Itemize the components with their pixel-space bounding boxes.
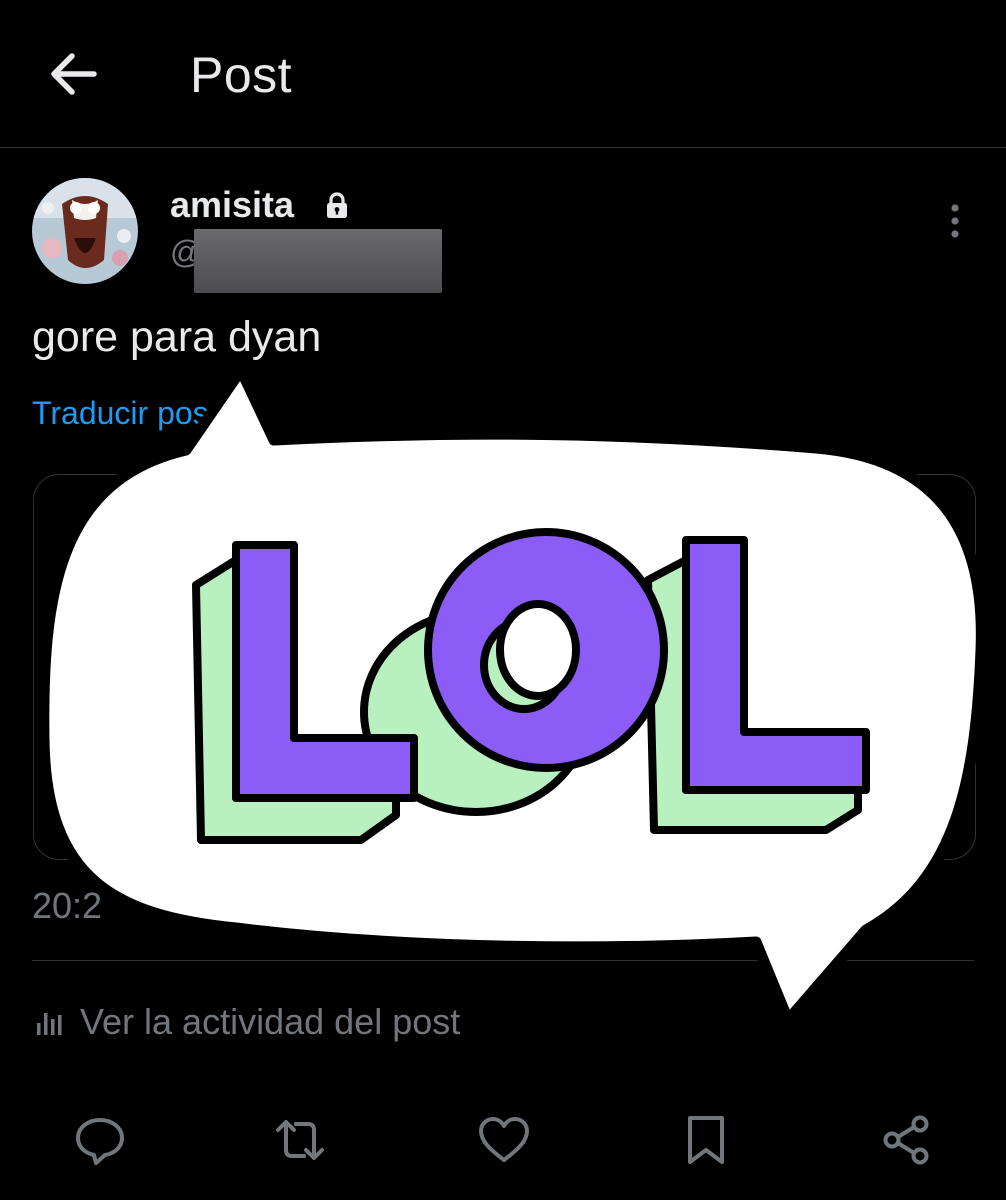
- lock-icon: [327, 192, 347, 218]
- avatar[interactable]: [32, 178, 138, 284]
- page-title: Post: [190, 47, 293, 103]
- repost-button[interactable]: [272, 1112, 328, 1168]
- bookmark-icon: [688, 1116, 724, 1164]
- share-icon: [883, 1115, 929, 1165]
- repost-icon: [276, 1120, 324, 1160]
- back-button[interactable]: [44, 44, 104, 104]
- lol-sticker: [38, 364, 987, 1026]
- reply-button[interactable]: [72, 1112, 128, 1168]
- handle-redaction: [194, 229, 442, 293]
- heart-icon: [479, 1117, 529, 1162]
- comment-icon: [76, 1118, 124, 1165]
- author-display-name[interactable]: amisita: [170, 184, 294, 226]
- bookmark-button[interactable]: [678, 1112, 734, 1168]
- arrow-left-icon: [51, 53, 97, 95]
- share-button[interactable]: [878, 1112, 934, 1168]
- more-options-button[interactable]: [940, 200, 970, 244]
- more-vertical-icon: [951, 204, 959, 238]
- like-button[interactable]: [476, 1112, 532, 1168]
- top-bar: Post: [0, 0, 1006, 148]
- post-text: gore para dyan: [32, 313, 322, 361]
